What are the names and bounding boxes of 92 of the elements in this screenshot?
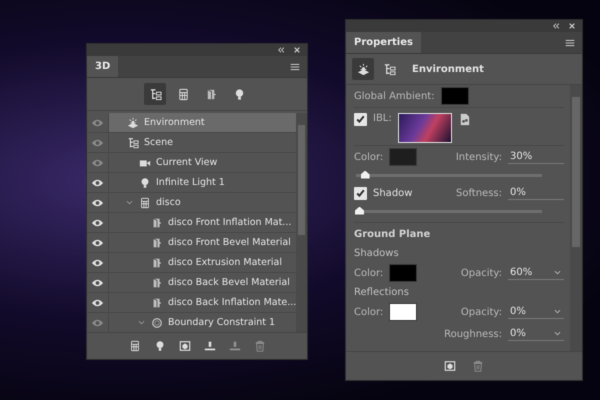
ground-icon[interactable] (204, 340, 216, 352)
layer-row[interactable]: disco Front Inflation Mat... (87, 213, 296, 233)
field-label: IBL: (373, 113, 392, 124)
panel-tab[interactable]: 3D (87, 56, 118, 77)
layer-name: disco Extrusion Material (168, 257, 282, 268)
environment-icon (356, 62, 370, 76)
scrollbar[interactable] (296, 113, 307, 332)
field-label: Intensity: (456, 152, 502, 162)
value-field[interactable]: 60% (508, 266, 564, 280)
checkbox[interactable] (354, 186, 367, 200)
layer-name: disco Back Inflation Mate... (168, 297, 296, 308)
layer-name: disco Front Inflation Mat... (168, 217, 292, 228)
material-icon (151, 296, 163, 308)
field-value: 0% (510, 328, 527, 339)
layer-row[interactable]: Infinite Light 1 (87, 173, 296, 193)
layer-name: Environment (144, 117, 205, 128)
field-label: Softness: (456, 188, 502, 198)
caret-icon[interactable] (125, 198, 134, 207)
subsection-heading: Reflections (354, 287, 409, 298)
collapse-icon[interactable] (552, 22, 560, 30)
grid-icon (176, 88, 190, 100)
value-field[interactable]: 0% (508, 305, 564, 319)
field-label: Opacity: (460, 306, 502, 318)
layer-name: disco (156, 197, 181, 208)
field-label: Color: (354, 306, 384, 318)
render-icon[interactable] (178, 340, 190, 352)
field-label: Color: (354, 268, 384, 278)
photo-placeholder[interactable] (398, 113, 452, 143)
value-field[interactable]: 0% (508, 186, 564, 200)
field-value: 60% (510, 267, 534, 278)
layer-name: Infinite Light 1 (156, 177, 225, 188)
field-label: Shadow (373, 188, 412, 198)
scene-tree-icon (382, 62, 396, 76)
field-label: Global Ambient: (354, 90, 435, 102)
mode-button[interactable] (352, 58, 374, 80)
circle-icon (151, 316, 163, 328)
section-heading: Ground Plane (354, 228, 430, 240)
layer-row[interactable]: disco (87, 193, 296, 213)
color-swatch[interactable] (389, 148, 418, 166)
field-label: Roughness: (444, 328, 502, 340)
close-icon[interactable] (568, 22, 576, 30)
grid-icon (139, 196, 151, 208)
material-icon (151, 236, 163, 248)
scene-tree-icon (127, 136, 139, 148)
chevron-down-icon[interactable] (553, 329, 562, 338)
material-icon (204, 88, 218, 100)
layer-row[interactable]: disco Front Bevel Material (87, 233, 296, 253)
scrollbar[interactable] (570, 85, 582, 351)
scroll-thumb[interactable] (298, 125, 305, 235)
section-title: Environment (412, 64, 484, 74)
layer-row[interactable]: Scene (87, 133, 296, 153)
value-field[interactable]: 30% (508, 150, 564, 164)
layer-name: Boundary Constraint 1 (168, 317, 276, 328)
filter-button[interactable] (144, 83, 166, 105)
layer-name: Scene (144, 137, 173, 148)
trash-icon[interactable] (472, 360, 484, 372)
render-icon[interactable] (444, 360, 456, 372)
field-label: Opacity: (460, 268, 502, 278)
slider-thumb[interactable] (355, 206, 364, 214)
layer-name: disco Front Bevel Material (168, 237, 291, 248)
material-icon (151, 276, 163, 288)
environment-icon (127, 116, 139, 128)
layer-name: disco Back Bevel Material (168, 277, 290, 288)
color-swatch[interactable] (389, 303, 418, 321)
slider-thumb[interactable] (360, 170, 370, 178)
scroll-thumb[interactable] (572, 97, 580, 247)
bulb-icon[interactable] (154, 340, 166, 352)
chevron-down-icon[interactable] (553, 268, 562, 277)
field-label: Color: (354, 152, 384, 162)
scene-tree-icon (148, 88, 162, 100)
bulb-icon (139, 176, 151, 188)
caret-icon[interactable] (137, 318, 146, 327)
panel-tab[interactable]: Properties (346, 32, 421, 53)
chevron-down-icon[interactable] (553, 307, 562, 316)
close-icon[interactable] (293, 46, 301, 54)
color-swatch[interactable] (389, 264, 418, 282)
subsection-heading: Shadows (354, 248, 399, 259)
layer-row[interactable]: disco Back Bevel Material (87, 273, 296, 293)
grid-icon[interactable] (128, 340, 140, 352)
collapse-icon[interactable] (277, 46, 285, 54)
checkbox[interactable] (354, 113, 367, 126)
value-field[interactable]: 0% (508, 327, 564, 341)
layer-name: Current View (156, 157, 218, 168)
material-icon (151, 256, 163, 268)
layer-row[interactable]: Current View (87, 153, 296, 173)
layer-row[interactable]: disco Extrusion Material (87, 253, 296, 273)
field-value: 30% (510, 151, 534, 162)
field-value: 0% (510, 187, 527, 198)
field-value: 0% (510, 306, 527, 317)
color-swatch[interactable] (440, 87, 469, 105)
material-icon (151, 216, 163, 228)
layer-row[interactable]: disco Back Inflation Mate... (87, 293, 296, 313)
